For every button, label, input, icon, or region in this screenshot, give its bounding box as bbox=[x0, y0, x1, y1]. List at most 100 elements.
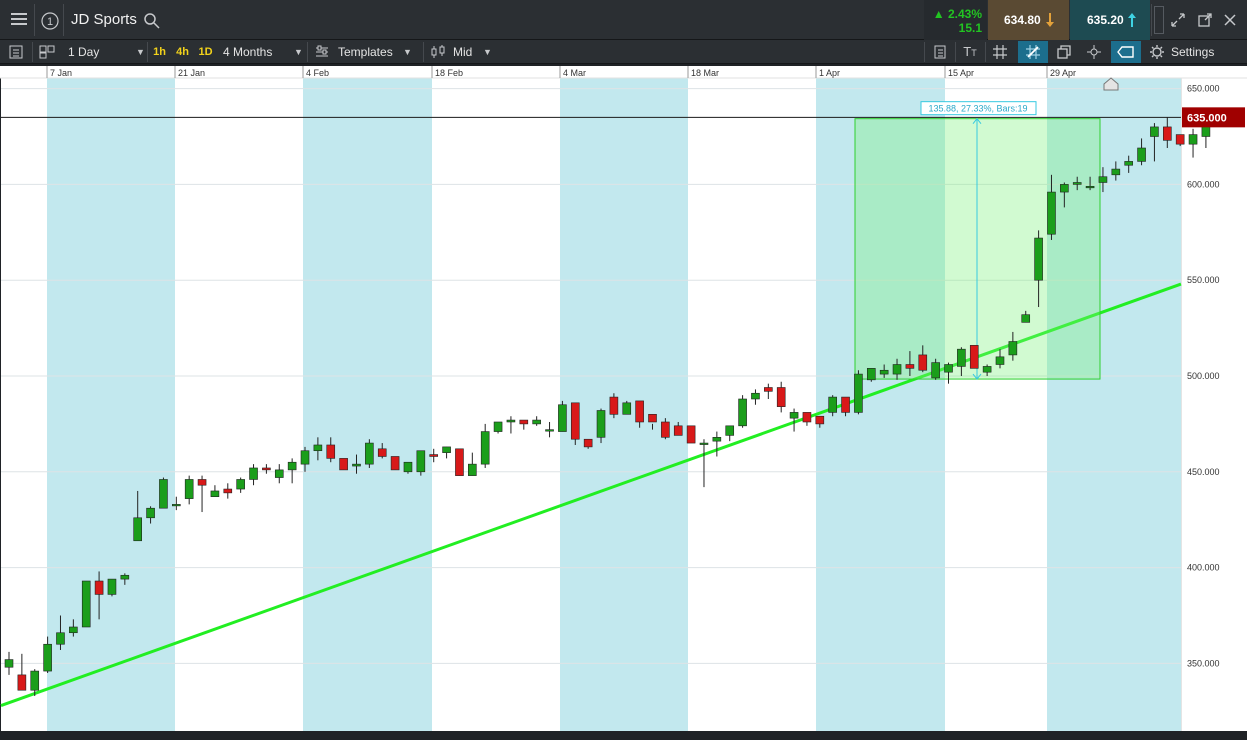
measure-label: 135.88, 27.33%, Bars:19 bbox=[928, 104, 1027, 114]
chart-canvas[interactable]: 7 Jan 21 Jan 4 Feb 18 Feb 4 Mar 18 Mar 1 Apr 15… bbox=[0, 64, 1247, 735]
candle-body bbox=[1175, 134, 1185, 145]
candle-body bbox=[1137, 147, 1146, 162]
chevron-down-icon[interactable]: ▼ bbox=[294, 40, 303, 64]
candle-body bbox=[300, 450, 310, 465]
candle-body bbox=[712, 437, 722, 442]
templates-button[interactable]: Templates bbox=[338, 40, 393, 64]
price-tick-label: 600.000 bbox=[1187, 179, 1220, 189]
candle-body bbox=[661, 421, 670, 438]
text-size-icon[interactable] bbox=[932, 44, 948, 60]
font-icon[interactable]: TT bbox=[960, 44, 980, 60]
timeframe-4h[interactable]: 4h bbox=[174, 44, 191, 60]
candle-body bbox=[1008, 341, 1018, 356]
grid-icon[interactable] bbox=[992, 44, 1008, 60]
daily-change: ▲ 2.43% 15.1 bbox=[924, 0, 987, 40]
chevron-down-icon[interactable]: ▼ bbox=[136, 40, 145, 64]
price-chart[interactable]: 7 Jan 21 Jan 4 Feb 18 Feb 4 Mar 18 Mar 1 Apr 15… bbox=[0, 64, 1247, 735]
close-icon[interactable] bbox=[1222, 12, 1238, 28]
templates-icon[interactable] bbox=[314, 44, 330, 60]
candle-body bbox=[1072, 182, 1082, 185]
candles-icon[interactable] bbox=[430, 44, 448, 60]
candle-body bbox=[94, 580, 104, 595]
candle-body bbox=[673, 425, 683, 436]
chevron-down-icon[interactable]: ▼ bbox=[483, 40, 492, 64]
gear-icon[interactable] bbox=[1149, 44, 1165, 60]
candle-body bbox=[558, 404, 567, 432]
timeframe-1d[interactable]: 1D bbox=[196, 44, 215, 60]
candle-body bbox=[377, 448, 387, 457]
candle-body bbox=[1124, 161, 1133, 166]
candle-body bbox=[982, 366, 992, 373]
candle-body bbox=[570, 402, 580, 440]
date-label: 4 Feb bbox=[306, 68, 329, 78]
candle-body bbox=[184, 479, 194, 499]
date-label: 1 Apr bbox=[819, 68, 840, 78]
candle-body bbox=[4, 659, 14, 668]
candle-body bbox=[69, 626, 78, 634]
price-axis bbox=[1181, 66, 1247, 731]
buy-price-button[interactable]: 635.20 bbox=[1070, 0, 1150, 40]
candle-body bbox=[429, 454, 439, 457]
candle-body bbox=[56, 632, 65, 645]
tag-tool-active[interactable] bbox=[1111, 41, 1141, 63]
candle-body bbox=[210, 490, 220, 498]
range-select[interactable]: 4 Months bbox=[223, 40, 272, 64]
candle-body bbox=[1098, 176, 1108, 183]
timeframe-1h[interactable]: 1h bbox=[151, 44, 168, 60]
candle-body bbox=[995, 356, 1005, 365]
chart-toolbar: 1 Day ▼ 1h 4h 1D 4 Months ▼ Templates ▼ … bbox=[0, 40, 1247, 64]
candle-body bbox=[313, 444, 323, 452]
candle-body bbox=[1163, 126, 1172, 141]
candle-body bbox=[236, 479, 245, 490]
candle-body bbox=[583, 438, 593, 448]
price-tick-label: 450.000 bbox=[1187, 467, 1220, 477]
settings-button[interactable]: Settings bbox=[1171, 40, 1214, 64]
price-tick-label: 650.000 bbox=[1187, 84, 1220, 94]
price-tick-label: 550.000 bbox=[1187, 275, 1220, 285]
chevron-down-icon[interactable]: ▼ bbox=[403, 40, 412, 64]
candle-body bbox=[403, 461, 413, 473]
crosshair-icon[interactable] bbox=[1086, 44, 1102, 60]
candle-body bbox=[365, 442, 374, 465]
interval-select[interactable]: 1 Day bbox=[68, 40, 99, 64]
candle-body bbox=[1188, 134, 1198, 145]
candle-body bbox=[416, 450, 426, 473]
candle-body bbox=[249, 467, 258, 480]
instrument-title[interactable]: JD Sports bbox=[71, 8, 137, 32]
info-icon[interactable]: 1 bbox=[40, 11, 60, 31]
candle-body bbox=[442, 446, 451, 453]
candle-body bbox=[519, 419, 529, 425]
candle-body bbox=[738, 398, 747, 427]
price-type-select[interactable]: Mid bbox=[453, 40, 472, 64]
candle-body bbox=[622, 402, 632, 415]
candle-body bbox=[854, 373, 863, 413]
candle-body bbox=[969, 345, 979, 369]
search-icon[interactable] bbox=[143, 12, 161, 30]
candle-body bbox=[686, 425, 696, 444]
candle-body bbox=[944, 364, 953, 373]
candle-body bbox=[159, 479, 168, 509]
candle-body bbox=[120, 574, 130, 580]
menu-icon[interactable] bbox=[8, 10, 30, 30]
candle-body bbox=[1111, 168, 1121, 176]
popout-icon[interactable] bbox=[1197, 12, 1213, 28]
candle-body bbox=[545, 429, 554, 432]
draw-tool-active[interactable] bbox=[1018, 41, 1048, 63]
slider-handle[interactable] bbox=[1154, 6, 1164, 34]
candle-body bbox=[725, 425, 735, 436]
price-tick-label: 350.000 bbox=[1187, 658, 1220, 668]
candle-body bbox=[390, 456, 400, 471]
expand-icon[interactable] bbox=[1170, 12, 1186, 28]
candle-body bbox=[326, 444, 336, 459]
layout-icon[interactable] bbox=[8, 44, 24, 60]
candle-body bbox=[287, 461, 297, 471]
chart-type-icon[interactable] bbox=[38, 44, 56, 60]
candle-body bbox=[648, 414, 657, 423]
candle-body bbox=[802, 412, 812, 423]
candle-body bbox=[146, 507, 155, 519]
sell-price-button[interactable]: 634.80 bbox=[988, 0, 1069, 40]
sell-price: 634.80 bbox=[1004, 13, 1041, 27]
copy-icon[interactable] bbox=[1056, 44, 1072, 60]
candle-body bbox=[1150, 126, 1159, 137]
candle-body bbox=[339, 458, 348, 471]
